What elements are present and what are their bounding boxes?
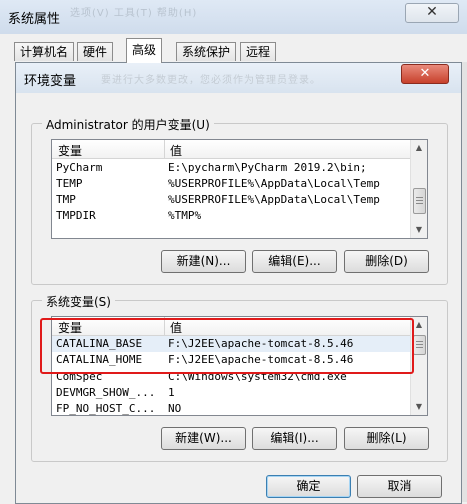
list-header: 变量 值 — [52, 317, 411, 336]
user-new-button[interactable]: 新建(N)... — [161, 250, 246, 273]
tab-remote[interactable]: 远程 — [240, 42, 277, 61]
column-header-value[interactable]: 值 — [170, 142, 182, 159]
system-properties-titlebar: 系统属性 选项(V) 工具(T) 帮助(H) ✕ — [0, 0, 467, 34]
variable-name: ComSpec — [56, 370, 103, 383]
variable-name: TMP — [56, 193, 76, 206]
table-row[interactable]: PyCharm E:\pycharm\PyCharm 2019.2\bin; — [52, 160, 411, 176]
column-divider[interactable] — [164, 140, 165, 158]
system-edit-button[interactable]: 编辑(I)... — [252, 427, 337, 450]
ok-button[interactable]: 确定 — [266, 475, 351, 498]
blurred-menu-text: 选项(V) 工具(T) 帮助(H) — [70, 8, 198, 19]
dialog-title: 环境变量 — [24, 74, 77, 89]
user-edit-button[interactable]: 编辑(E)... — [252, 250, 337, 273]
variable-value: F:\J2EE\apache-tomcat-8.5.46 — [168, 353, 354, 366]
system-new-button[interactable]: 新建(W)... — [161, 427, 246, 450]
user-delete-button[interactable]: 删除(D) — [344, 250, 429, 273]
environment-variables-dialog: 环境变量 要进行大多数更改，您必须作为管理员登录。 ✕ Administrato… — [15, 62, 462, 504]
scroll-down-icon[interactable]: ▼ — [411, 399, 427, 415]
close-icon[interactable]: ✕ — [401, 64, 449, 84]
window-title: 系统属性 — [8, 12, 61, 27]
scroll-down-icon[interactable]: ▼ — [411, 222, 427, 238]
variable-name: FP_NO_HOST_C... — [56, 402, 156, 415]
variable-name: PyCharm — [56, 161, 103, 174]
variable-name: TEMP — [56, 177, 83, 190]
column-header-variable[interactable]: 变量 — [58, 319, 82, 336]
system-variables-label: 系统变量(S) — [42, 293, 115, 310]
vertical-scrollbar[interactable]: ▲ ▼ — [410, 140, 427, 238]
variable-value: %USERPROFILE%\AppData\Local\Temp — [168, 177, 380, 190]
table-row[interactable]: TMP %USERPROFILE%\AppData\Local\Temp — [52, 192, 411, 208]
close-icon[interactable]: ✕ — [405, 3, 459, 23]
scroll-up-icon[interactable]: ▲ — [411, 317, 427, 333]
variable-value: E:\pycharm\PyCharm 2019.2\bin; — [168, 161, 367, 174]
tab-advanced[interactable]: 高级 — [126, 38, 163, 63]
blurred-hint-text: 要进行大多数更改，您必须作为管理员登录。 — [101, 75, 321, 86]
variable-value: %USERPROFILE%\AppData\Local\Temp — [168, 193, 380, 206]
table-row[interactable]: CATALINA_HOME F:\J2EE\apache-tomcat-8.5.… — [52, 352, 411, 368]
variable-name: DEVMGR_SHOW_... — [56, 386, 156, 399]
column-header-variable[interactable]: 变量 — [58, 142, 82, 159]
tab-computer-name[interactable]: 计算机名 — [14, 42, 75, 61]
system-delete-button[interactable]: 删除(L) — [344, 427, 429, 450]
table-row[interactable]: FP_NO_HOST_C... NO — [52, 401, 411, 415]
variable-value: C:\Windows\system32\cmd.exe — [168, 370, 347, 383]
column-header-value[interactable]: 值 — [170, 319, 182, 336]
scrollbar-thumb[interactable] — [413, 188, 426, 214]
variable-value: %TMP% — [168, 209, 202, 222]
cancel-button[interactable]: 取消 — [357, 475, 442, 498]
variable-name: CATALINA_BASE — [56, 337, 143, 350]
user-variables-label: Administrator 的用户变量(U) — [42, 116, 214, 133]
table-row[interactable]: TEMP %USERPROFILE%\AppData\Local\Temp — [52, 176, 411, 192]
scrollbar-thumb[interactable] — [413, 335, 426, 355]
column-divider[interactable] — [164, 317, 165, 335]
variable-value: F:\J2EE\apache-tomcat-8.5.46 — [168, 337, 354, 350]
variable-value: NO — [168, 402, 182, 415]
variable-name: CATALINA_HOME — [56, 353, 143, 366]
vertical-scrollbar[interactable]: ▲ ▼ — [410, 317, 427, 415]
table-row[interactable]: DEVMGR_SHOW_... 1 — [52, 385, 411, 401]
tab-hardware[interactable]: 硬件 — [77, 42, 114, 61]
variable-name: TMPDIR — [56, 209, 96, 222]
table-row[interactable]: CATALINA_BASE F:\J2EE\apache-tomcat-8.5.… — [52, 336, 411, 352]
user-variables-list[interactable]: 变量 值 PyCharm E:\pycharm\PyCharm 2019.2\b… — [51, 139, 428, 239]
dialog-titlebar: 环境变量 要进行大多数更改，您必须作为管理员登录。 ✕ — [16, 63, 461, 93]
variable-value: 1 — [168, 386, 175, 399]
system-variables-list[interactable]: 变量 值 CATALINA_BASE F:\J2EE\apache-tomcat… — [51, 316, 428, 416]
table-row[interactable]: ComSpec C:\Windows\system32\cmd.exe — [52, 369, 411, 385]
table-row[interactable]: TMPDIR %TMP% — [52, 208, 411, 224]
tab-system-protection[interactable]: 系统保护 — [176, 42, 237, 61]
scroll-up-icon[interactable]: ▲ — [411, 140, 427, 156]
list-header: 变量 值 — [52, 140, 411, 159]
